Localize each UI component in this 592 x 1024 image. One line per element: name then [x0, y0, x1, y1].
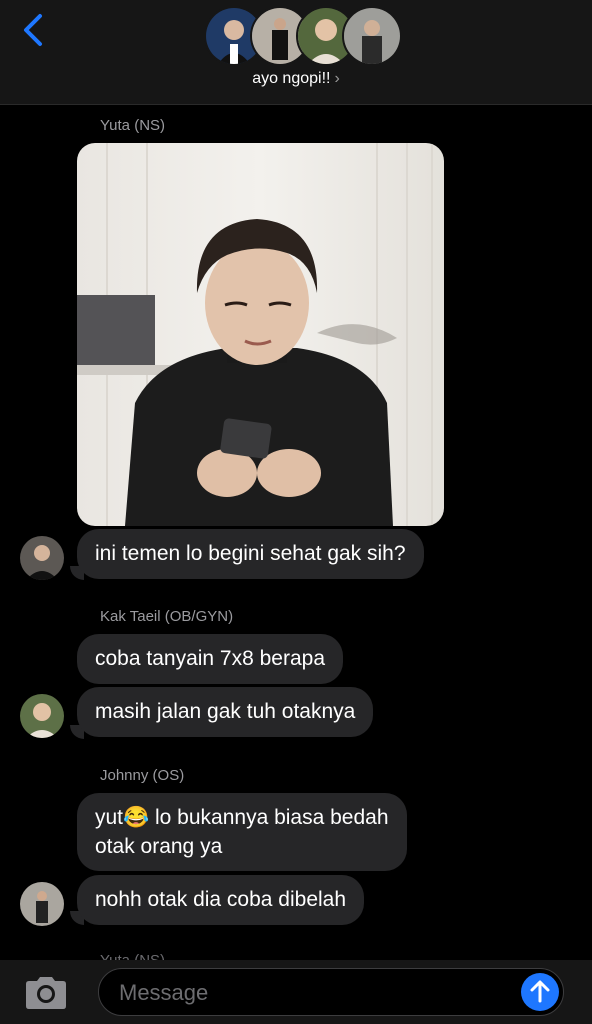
message-bubble[interactable]: yut😂 lo bukannya biasa bedah otak orang … — [77, 793, 407, 871]
conversation-header: ayo ngopi!! › — [0, 0, 592, 105]
message-text: yut😂 lo bukannya biasa bedah — [95, 806, 389, 829]
group-avatars[interactable] — [204, 6, 402, 66]
message-bubble[interactable]: coba tanyain 7x8 berapa — [77, 634, 344, 684]
message-text: nohh otak dia coba dibelah — [95, 888, 347, 911]
sender-name: Kak Taeil (OB/GYN) — [100, 608, 234, 625]
avatar — [342, 6, 402, 66]
message-text: masih jalan gak tuh otaknya — [95, 700, 356, 723]
group-title-label: ayo ngopi!! — [252, 70, 331, 87]
chevron-right-icon: › — [334, 70, 340, 87]
message-input[interactable]: Message — [98, 968, 564, 1016]
avatar[interactable] — [20, 882, 64, 926]
composer-bar: Message — [0, 960, 592, 1024]
message-text: coba tanyain 7x8 berapa — [95, 647, 326, 670]
send-button[interactable] — [521, 973, 559, 1011]
message-bubble[interactable]: nohh otak dia coba dibelah — [77, 875, 365, 925]
back-chevron-icon[interactable] — [18, 10, 52, 50]
avatar[interactable] — [20, 536, 64, 580]
message-bubble[interactable]: ini temen lo begini sehat gak sih? — [77, 529, 424, 579]
group-title[interactable]: ayo ngopi!! › — [0, 70, 592, 88]
message-bubble[interactable]: masih jalan gak tuh otaknya — [77, 687, 374, 737]
send-arrow-icon — [530, 980, 550, 1003]
message-image[interactable] — [77, 143, 444, 526]
message-text: otak orang ya — [95, 835, 223, 858]
sender-name: Yuta (NS) — [100, 117, 166, 134]
message-text: ini temen lo begini sehat gak sih? — [95, 542, 406, 565]
message-placeholder: Message — [119, 980, 209, 1005]
avatar[interactable] — [20, 694, 64, 738]
sender-name: Johnny (OS) — [100, 767, 185, 784]
camera-icon[interactable] — [22, 974, 70, 1010]
